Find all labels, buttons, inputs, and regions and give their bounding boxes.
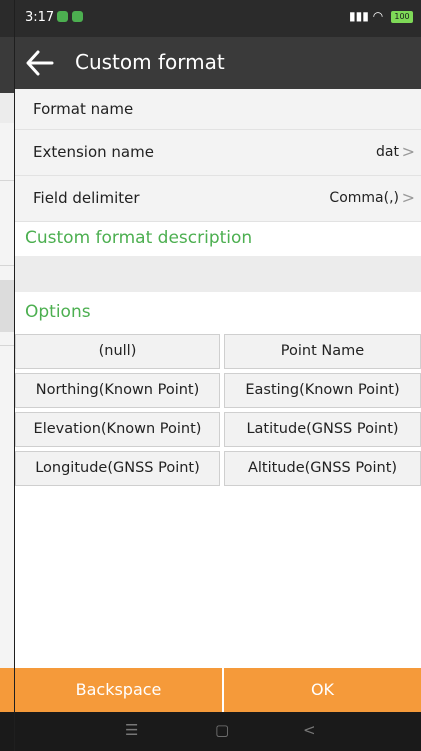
option-longitude[interactable]: Longitude(GNSS Point): [15, 451, 220, 486]
option-easting[interactable]: Easting(Known Point): [224, 373, 421, 408]
back-arrow-icon[interactable]: [25, 49, 55, 77]
system-nav-bar: ☰ ▢ <: [15, 712, 421, 751]
battery-icon: 100: [391, 10, 413, 23]
option-point-name[interactable]: Point Name: [224, 334, 421, 369]
field-delimiter-value: Comma(,): [329, 190, 399, 206]
back-icon[interactable]: <: [303, 721, 316, 739]
extension-name-value: dat: [376, 144, 399, 160]
status-bar: 3:17 ▮▮▮ ◠ 100: [15, 0, 421, 37]
option-elevation[interactable]: Elevation(Known Point): [15, 412, 220, 447]
notification-icon: [72, 11, 83, 22]
option-latitude[interactable]: Latitude(GNSS Point): [224, 412, 421, 447]
phone-screen: 3:17 ▮▮▮ ◠ 100 Custom format Format name…: [15, 0, 421, 751]
options-heading: Options: [25, 302, 91, 322]
page-title: Custom format: [75, 50, 225, 74]
extension-name-row[interactable]: Extension name dat >: [15, 130, 421, 176]
previous-screen-edge: [0, 0, 14, 751]
format-name-field[interactable]: Format name: [15, 89, 421, 130]
status-time: 3:17: [25, 10, 55, 25]
description-heading: Custom format description: [25, 228, 253, 248]
description-field[interactable]: [15, 256, 421, 292]
option-altitude[interactable]: Altitude(GNSS Point): [224, 451, 421, 486]
ok-button[interactable]: OK: [224, 668, 421, 712]
field-delimiter-row[interactable]: Field delimiter Comma(,) >: [15, 176, 421, 222]
signal-icon: ▮▮▮: [349, 9, 369, 23]
menu-icon[interactable]: ☰: [125, 721, 138, 739]
wifi-icon: ◠: [372, 9, 384, 23]
option-null[interactable]: (null): [15, 334, 220, 369]
status-icons: ▮▮▮ ◠ 100: [349, 9, 413, 23]
extension-name-label: Extension name: [33, 143, 154, 161]
format-name-label: Format name: [33, 100, 134, 118]
backspace-button[interactable]: Backspace: [15, 668, 222, 712]
chevron-right-icon: >: [401, 188, 415, 207]
app-bar: Custom format: [15, 37, 421, 89]
notification-icon: [57, 11, 68, 22]
chevron-right-icon: >: [401, 142, 415, 161]
action-bar: Backspace OK: [15, 668, 421, 712]
home-icon[interactable]: ▢: [215, 721, 229, 739]
option-northing[interactable]: Northing(Known Point): [15, 373, 220, 408]
field-delimiter-label: Field delimiter: [33, 189, 140, 207]
